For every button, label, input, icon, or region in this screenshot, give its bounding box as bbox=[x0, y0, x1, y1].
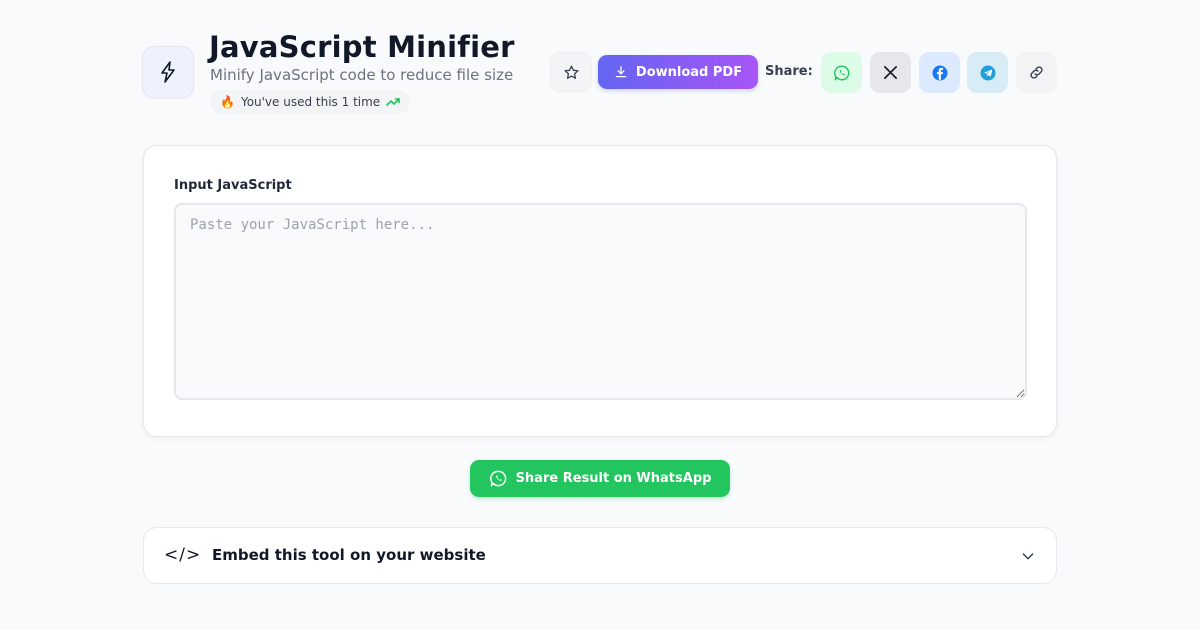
download-pdf-label: Download PDF bbox=[635, 64, 743, 80]
share-x-button[interactable] bbox=[870, 52, 911, 93]
input-label: Input JavaScript bbox=[174, 178, 292, 193]
share-whatsapp-button[interactable] bbox=[821, 52, 862, 93]
javascript-input[interactable] bbox=[174, 203, 1027, 400]
usage-badge: 🔥 You've used this 1 time bbox=[210, 90, 411, 114]
star-icon bbox=[563, 64, 579, 79]
page-title: JavaScript Minifier bbox=[209, 30, 515, 64]
link-icon bbox=[1030, 66, 1043, 79]
chevron-down-icon bbox=[1022, 553, 1034, 560]
fire-icon: 🔥 bbox=[220, 95, 235, 109]
page-subtitle: Minify JavaScript code to reduce file si… bbox=[210, 66, 514, 84]
embed-panel-toggle[interactable]: </> Embed this tool on your website bbox=[143, 527, 1057, 584]
download-pdf-button[interactable]: Download PDF bbox=[598, 55, 758, 89]
trending-up-icon bbox=[386, 98, 400, 106]
copy-link-button[interactable] bbox=[1016, 52, 1057, 93]
telegram-icon bbox=[980, 65, 995, 80]
usage-text: You've used this 1 time bbox=[240, 95, 381, 109]
download-icon bbox=[615, 66, 627, 78]
code-icon: </> bbox=[164, 545, 202, 565]
whatsapp-icon bbox=[833, 65, 849, 80]
x-icon bbox=[884, 66, 897, 79]
share-facebook-button[interactable] bbox=[919, 52, 960, 93]
embed-title: Embed this tool on your website bbox=[212, 546, 486, 564]
favorite-button[interactable] bbox=[550, 52, 592, 92]
lightning-icon bbox=[142, 46, 194, 98]
facebook-icon bbox=[932, 65, 947, 80]
share-telegram-button[interactable] bbox=[967, 52, 1008, 93]
share-result-label: Share Result on WhatsApp bbox=[515, 471, 712, 486]
whatsapp-icon bbox=[489, 470, 506, 487]
share-label: Share: bbox=[765, 64, 813, 79]
page-header: JavaScript Minifier Minify JavaScript co… bbox=[142, 30, 1058, 116]
share-result-whatsapp-button[interactable]: Share Result on WhatsApp bbox=[470, 460, 730, 497]
input-card: Input JavaScript bbox=[143, 145, 1057, 437]
